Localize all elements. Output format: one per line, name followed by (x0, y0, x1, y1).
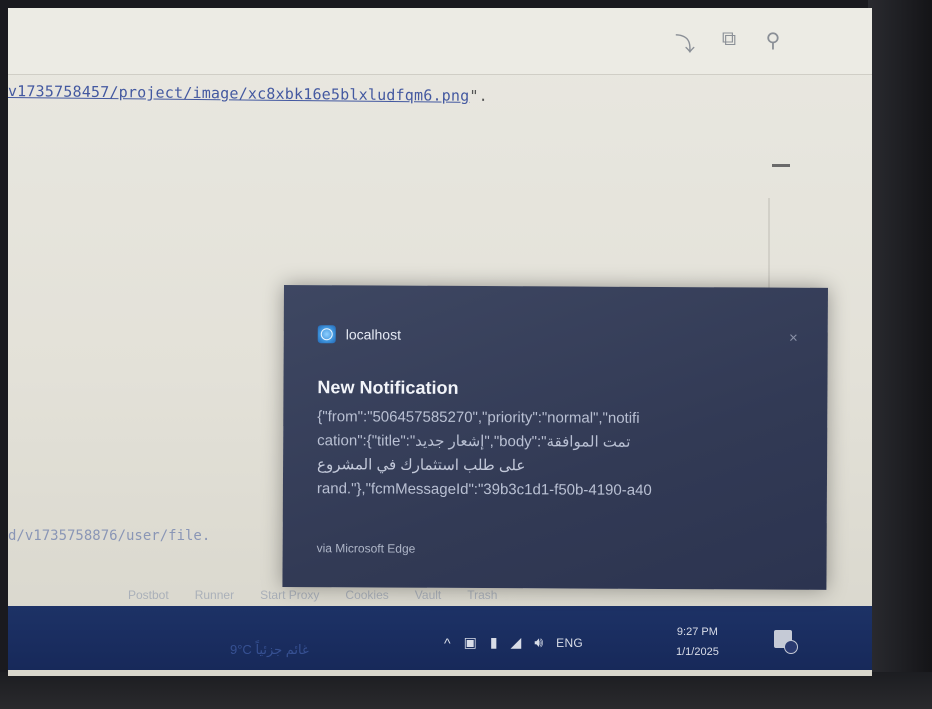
toast-body: {"from":"506457585270","priority":"norma… (317, 405, 807, 504)
toolbar-icons: ⤵ ⧉ ⚲ (674, 28, 784, 57)
windows-taskbar: 9°C غائم جزئياً ^ ▣ ▮ ◢ 🔊︎ ENG 9:27 PM 1… (8, 606, 872, 670)
toast-source: via Microsoft Edge (316, 541, 416, 556)
share-icon[interactable]: ⤵ (674, 28, 696, 57)
monitor-bezel-bottom (0, 672, 932, 709)
image-url-link[interactable]: v1735758457/project/image/xc8xbk16e5blxl… (8, 82, 470, 105)
runner-button[interactable]: Runner (195, 588, 234, 602)
screen: ⤵ ⧉ ⚲ v1735758457/project/image/xc8xbk16… (8, 8, 872, 676)
trash-button[interactable]: Trash (467, 588, 497, 602)
clock-time: 9:27 PM (676, 626, 718, 638)
notification-center-icon[interactable] (774, 630, 798, 654)
volume-icon[interactable]: 🔊︎ (534, 634, 543, 651)
response-url-line: v1735758457/project/image/xc8xbk16e5blxl… (8, 82, 488, 105)
postbot-button[interactable]: Postbot (128, 588, 169, 602)
minimize-dash[interactable] (772, 164, 790, 167)
language-indicator[interactable]: ENG (556, 636, 583, 650)
toast-body-line-2: cation":{"title":"إشعار جديد","body":"تم… (317, 432, 631, 451)
close-icon[interactable]: × (789, 330, 798, 347)
proxy-button[interactable]: Start Proxy (260, 588, 319, 602)
system-tray: ^ ▣ ▮ ◢ 🔊︎ ENG (444, 634, 583, 651)
cookies-button[interactable]: Cookies (345, 588, 388, 602)
notification-toast[interactable]: localhost × New Notification {"from":"50… (282, 285, 828, 590)
toast-app-name: localhost (345, 326, 402, 343)
copy-icon[interactable]: ⧉ (718, 28, 740, 57)
toast-title: New Notification (317, 377, 459, 398)
weather-widget[interactable]: 9°C غائم جزئياً (230, 642, 309, 658)
battery-icon[interactable]: ▮ (490, 634, 498, 651)
toast-header: localhost (317, 325, 402, 344)
toast-body-line-4: rand."},"fcmMessageId":"39b3c1d1-f50b-41… (316, 480, 652, 499)
clock[interactable]: 9:27 PM 1/1/2025 (676, 622, 719, 662)
monitor-bezel-right (868, 0, 932, 709)
tray-chevron-icon[interactable]: ^ (444, 635, 451, 651)
clock-date: 1/1/2025 (676, 646, 719, 658)
vault-button[interactable]: Vault (415, 588, 441, 602)
browser-toolbar: ⤵ ⧉ ⚲ (8, 8, 872, 75)
app-tray-icon[interactable]: ▣ (464, 634, 477, 651)
toast-body-line-1: {"from":"506457585270","priority":"norma… (317, 408, 640, 427)
toast-body-line-3: على طلب استثمارك في المشروع (317, 456, 526, 475)
file-url-line[interactable]: d/v1735758876/user/file. (8, 528, 210, 544)
app-globe-icon (317, 325, 336, 344)
url-tail: ". (469, 86, 488, 106)
search-icon[interactable]: ⚲ (762, 28, 784, 57)
network-icon[interactable]: ◢ (511, 634, 522, 651)
